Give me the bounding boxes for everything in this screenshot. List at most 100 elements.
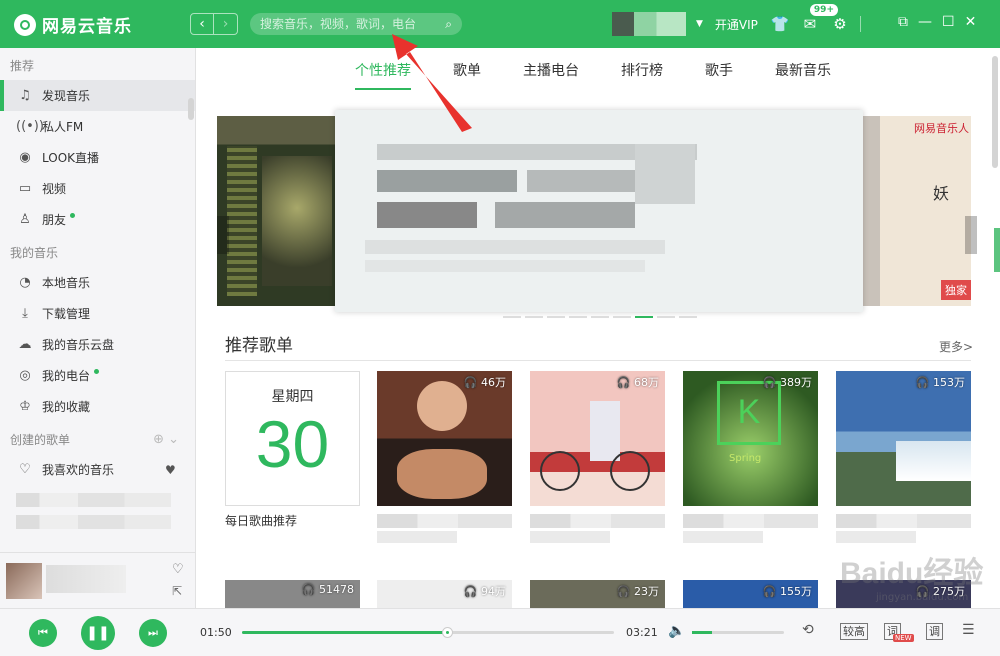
playlist-item-blurred[interactable]: [16, 515, 171, 529]
banner-dot-active[interactable]: [635, 316, 653, 318]
maximize-icon[interactable]: ☐: [942, 14, 955, 30]
playlist-queue-icon[interactable]: ☰: [962, 622, 975, 638]
daily-recommend-label[interactable]: 每日歌曲推荐: [225, 512, 297, 529]
share-icon[interactable]: ⇱: [172, 584, 182, 598]
forward-button[interactable]: ›: [214, 13, 238, 35]
banner-dot[interactable]: [679, 316, 697, 318]
banner-carousel[interactable]: 网易音乐人 妖 独家: [217, 110, 977, 312]
now-playing-mini[interactable]: ♡ ⇱: [0, 552, 196, 608]
like-icon[interactable]: ♡: [172, 562, 184, 577]
heartbeat-mode-icon[interactable]: ♥: [165, 463, 176, 477]
playlist-caption-blurred[interactable]: [683, 514, 818, 528]
minimize-icon[interactable]: —: [918, 14, 932, 30]
window-controls: ⧉ — ☐ ✕: [898, 14, 976, 30]
banner-next-arrow[interactable]: [965, 216, 977, 254]
banner-dot[interactable]: [569, 316, 587, 318]
mail-icon[interactable]: ✉ 99+: [800, 4, 838, 34]
mini-mode-icon[interactable]: ⧉: [898, 14, 908, 30]
progress-bar[interactable]: [242, 627, 614, 638]
search-box[interactable]: ⌕: [250, 13, 462, 35]
next-icon: ⏭: [148, 626, 158, 639]
sidebar-item-downloads[interactable]: ⤓ 下载管理: [0, 298, 195, 329]
skin-tshirt-icon[interactable]: 👕: [770, 14, 790, 34]
sidebar-item-liked-music[interactable]: ♡ 我喜欢的音乐 ♥: [0, 454, 195, 485]
settings-gear-icon[interactable]: ⚙: [830, 14, 850, 34]
sidebar-item-video[interactable]: ▭ 视频: [0, 173, 195, 204]
tab-artists[interactable]: 歌手: [705, 48, 733, 92]
tab-charts[interactable]: 排行榜: [621, 48, 663, 92]
playlist-caption-blurred[interactable]: [836, 514, 971, 528]
baidu-watermark: Baidu经验: [840, 557, 984, 590]
video-icon: ▭: [18, 181, 32, 196]
playlist-card[interactable]: 🎧 68万: [530, 371, 665, 506]
close-icon[interactable]: ✕: [965, 14, 977, 30]
sidebar-item-personal-fm[interactable]: ((•)) 私人FM: [0, 111, 195, 142]
banner-exclusive-tag: 独家: [941, 280, 971, 300]
vip-link[interactable]: 开通VIP: [715, 16, 758, 33]
main-content: 个性推荐 歌单 主播电台 排行榜 歌手 最新音乐 网易音乐人 妖 独家 推荐歌单…: [197, 48, 989, 608]
sidebar-item-cloud-disk[interactable]: ☁ 我的音乐云盘: [0, 329, 195, 360]
tab-personalized[interactable]: 个性推荐: [355, 48, 411, 92]
playlist-card[interactable]: 🎧 46万: [377, 371, 512, 506]
now-playing-cover[interactable]: [6, 563, 42, 599]
sidebar-item-discover-music[interactable]: ♫ 发现音乐: [0, 80, 195, 111]
tab-playlists[interactable]: 歌单: [453, 48, 481, 92]
next-track-button[interactable]: ⏭: [139, 619, 167, 647]
playlist-caption-blurred[interactable]: [377, 514, 512, 528]
app-logo[interactable]: 网易云音乐: [14, 12, 132, 37]
play-count: 🎧 46万: [463, 376, 506, 389]
banner-dot[interactable]: [591, 316, 609, 318]
elapsed-time: 01:50: [200, 626, 232, 639]
main-scrollbar[interactable]: [992, 56, 998, 168]
daily-recommend-card[interactable]: 星期四 30: [225, 371, 360, 506]
loop-mode-icon[interactable]: ⟲: [802, 622, 814, 638]
progress-knob[interactable]: [441, 627, 453, 638]
sound-effect-button[interactable]: 调: [926, 623, 943, 640]
playlist-card[interactable]: 🎧 153万: [836, 371, 971, 506]
banner-prev-arrow[interactable]: [217, 216, 229, 254]
playlist-card[interactable]: 🎧 155万: [683, 580, 818, 608]
search-input[interactable]: [260, 17, 435, 31]
sidebar-item-collection[interactable]: ♔ 我的收藏: [0, 391, 195, 422]
banner-dot[interactable]: [525, 316, 543, 318]
music-note-icon: ♫: [19, 88, 31, 103]
banner-current-slide-blurred[interactable]: [335, 110, 863, 312]
user-avatar-blurred[interactable]: [612, 12, 686, 36]
more-link[interactable]: 更多>: [939, 338, 973, 355]
back-button[interactable]: ‹: [190, 13, 214, 35]
add-playlist-icon[interactable]: ⊕ ⌄: [153, 432, 179, 447]
pause-button[interactable]: ❚❚: [81, 616, 115, 650]
chevron-right-icon: ›: [222, 16, 229, 32]
banner-dot[interactable]: [503, 316, 521, 318]
playlist-card[interactable]: K Spring 🎧 389万: [683, 371, 818, 506]
sidebar-scrollbar[interactable]: [188, 98, 194, 120]
tab-new-music[interactable]: 最新音乐: [775, 48, 831, 92]
previous-track-button[interactable]: ⏮: [29, 619, 57, 647]
banner-dot[interactable]: [657, 316, 675, 318]
volume-slider[interactable]: [692, 631, 784, 634]
volume-icon[interactable]: 🔈: [668, 623, 685, 639]
playlist-item-blurred[interactable]: [16, 493, 171, 507]
sidebar-item-look-live[interactable]: ◉ LOOK直播: [0, 142, 195, 173]
playlist-card[interactable]: 🎧 94万: [377, 580, 512, 608]
player-bar: ⏮ ❚❚ ⏭ 01:50 03:21 🔈 ⟲ 较高 词 NEW 调 ☰: [0, 608, 1000, 656]
quality-button[interactable]: 较高: [840, 623, 868, 640]
playlist-card[interactable]: 🎧 51478: [225, 580, 360, 608]
sidebar-item-local-music[interactable]: ◔ 本地音乐: [0, 267, 195, 298]
user-dropdown-icon[interactable]: ▼: [696, 19, 703, 29]
podcast-icon: ◎: [19, 368, 31, 383]
playlist-card[interactable]: 🎧 23万: [530, 580, 665, 608]
daily-date: 30: [255, 407, 330, 481]
progress-fill: [242, 631, 447, 634]
side-feedback-tab[interactable]: [994, 228, 1000, 272]
banner-next-slide[interactable]: 网易音乐人 妖 独家: [717, 116, 971, 306]
tab-radio[interactable]: 主播电台: [523, 48, 579, 92]
banner-prev-slide[interactable]: [217, 116, 337, 306]
banner-dot[interactable]: [547, 316, 565, 318]
playlist-caption-blurred[interactable]: [530, 514, 665, 528]
sidebar-item-friends[interactable]: ♙ 朋友: [0, 204, 195, 235]
banner-dot[interactable]: [613, 316, 631, 318]
heart-icon: ♡: [19, 462, 31, 477]
sidebar-item-my-radio[interactable]: ◎ 我的电台: [0, 360, 195, 391]
search-icon[interactable]: ⌕: [445, 17, 452, 32]
